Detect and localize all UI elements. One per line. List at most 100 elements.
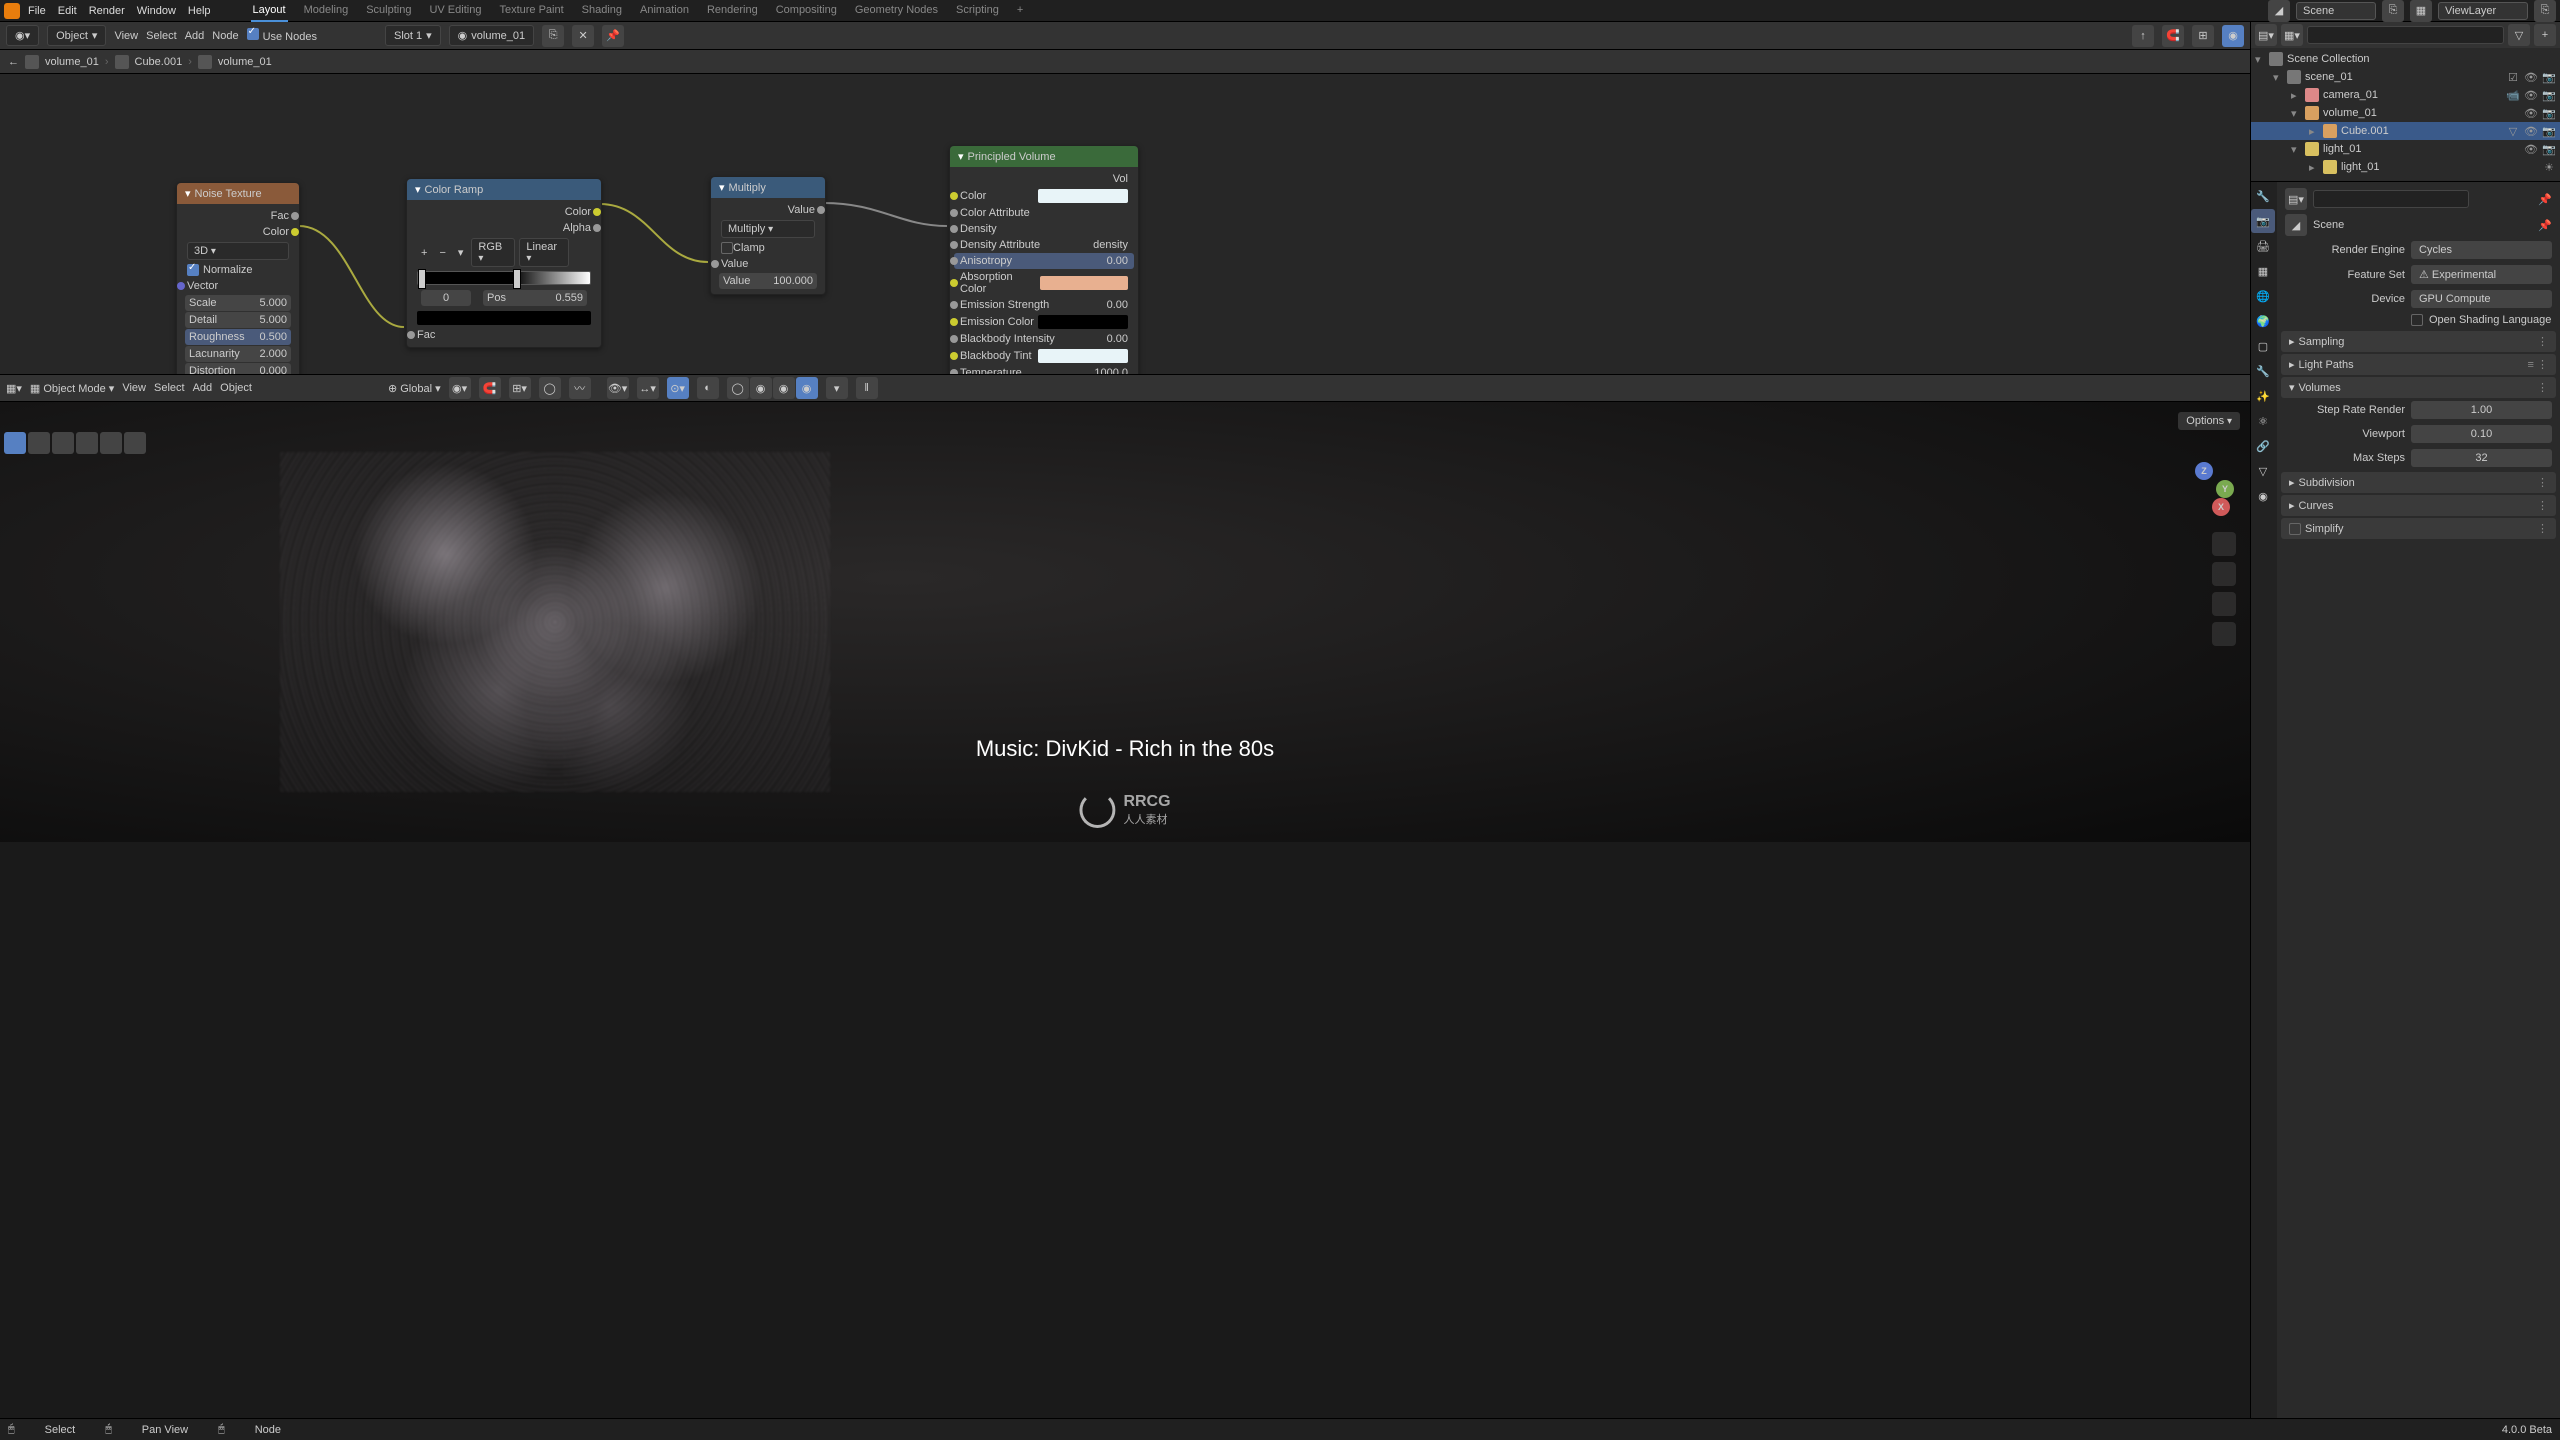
simplify-section[interactable]: Simplify⋮ xyxy=(2281,518,2556,539)
object-mode-dropdown[interactable]: Object ▾ xyxy=(47,25,106,46)
object-camera[interactable]: camera_01 xyxy=(2323,89,2378,101)
anisotropy-value[interactable]: 0.00 xyxy=(1107,255,1128,267)
ramp-index-field[interactable]: 0 xyxy=(421,290,471,306)
viewlayer-input[interactable] xyxy=(2438,2,2528,20)
light-paths-section[interactable]: ▸ Light Paths≡ ⋮ xyxy=(2281,354,2556,375)
eye-toggle[interactable]: 👁 xyxy=(2524,143,2538,156)
pan-icon[interactable] xyxy=(2212,562,2236,586)
color-ramp-node[interactable]: ▾ Color Ramp Color Alpha + − ▾ RGB ▾ Lin… xyxy=(406,178,602,348)
ramp-stop-1[interactable] xyxy=(513,269,521,289)
camera-icon[interactable] xyxy=(2212,592,2236,616)
axis-y[interactable]: Y xyxy=(2216,480,2234,498)
tool-cursor[interactable] xyxy=(28,432,50,454)
scene-icon[interactable]: ◢ xyxy=(2268,0,2290,22)
tab-modifiers[interactable]: 🔧 xyxy=(2251,359,2275,383)
tool-move[interactable] xyxy=(52,432,74,454)
add-workspace-button[interactable]: + xyxy=(1015,0,1025,22)
distortion-field[interactable]: Distortion0.000 xyxy=(185,363,291,374)
menu-edit[interactable]: Edit xyxy=(58,5,77,17)
snap-type-button[interactable]: ⊞▾ xyxy=(509,377,531,399)
node-header[interactable]: ▾ Noise Texture xyxy=(177,183,299,204)
collection-scene1[interactable]: scene_01 xyxy=(2305,71,2353,83)
ramp-add-button[interactable]: + xyxy=(417,247,431,259)
render-engine-dropdown[interactable]: Cycles xyxy=(2411,241,2552,259)
tab-constraints[interactable]: 🔗 xyxy=(2251,434,2275,458)
axis-z[interactable]: Z xyxy=(2195,462,2213,480)
render-toggle[interactable]: 📷 xyxy=(2542,71,2556,84)
clamp-checkbox[interactable] xyxy=(721,242,733,254)
viewlayer-icon[interactable]: ▦ xyxy=(2410,0,2432,22)
snap-toggle[interactable]: 🧲 xyxy=(479,377,501,399)
mode-dropdown[interactable]: ▦ Object Mode ▾ xyxy=(30,382,114,395)
ramp-colormode-dropdown[interactable]: RGB ▾ xyxy=(471,238,515,267)
menu-view[interactable]: View xyxy=(114,30,138,42)
tool-select[interactable] xyxy=(4,432,26,454)
object-volume[interactable]: volume_01 xyxy=(2323,107,2377,119)
tool-transform[interactable] xyxy=(124,432,146,454)
ramp-menu-button[interactable]: ▾ xyxy=(454,246,468,259)
pin-icon[interactable]: 📌 xyxy=(2538,219,2552,232)
tab-material[interactable]: ◉ xyxy=(2251,484,2275,508)
outliner-view-dropdown[interactable]: ▦▾ xyxy=(2281,24,2303,46)
props-type-dropdown[interactable]: ▤▾ xyxy=(2285,188,2307,210)
menu-select[interactable]: Select xyxy=(146,30,177,42)
ramp-stop-0[interactable] xyxy=(418,269,426,289)
temperature-value[interactable]: 1000.0 xyxy=(1094,367,1128,374)
breadcrumb-material[interactable]: volume_01 xyxy=(218,56,272,68)
principled-volume-node[interactable]: ▾ Principled Volume Vol Color Color Attr… xyxy=(949,145,1139,374)
node-header[interactable]: ▾ Color Ramp xyxy=(407,179,601,200)
overlay-button[interactable]: ⊞ xyxy=(2192,25,2214,47)
tab-shading[interactable]: Shading xyxy=(580,0,624,22)
tab-data[interactable]: ▽ xyxy=(2251,459,2275,483)
menu-window[interactable]: Window xyxy=(137,5,176,17)
tab-animation[interactable]: Animation xyxy=(638,0,691,22)
object-cube[interactable]: Cube.001 xyxy=(2341,125,2389,137)
scene-name[interactable]: Scene xyxy=(2313,219,2344,231)
tab-uv[interactable]: UV Editing xyxy=(427,0,483,22)
menu-view[interactable]: View xyxy=(122,382,146,394)
shading-preview-button[interactable]: ◉ xyxy=(2222,25,2244,47)
tab-sculpting[interactable]: Sculpting xyxy=(364,0,413,22)
material-dropdown[interactable]: ◉ volume_01 xyxy=(449,25,534,46)
color-ramp-gradient[interactable] xyxy=(417,271,591,285)
scale-field[interactable]: Scale5.000 xyxy=(185,295,291,311)
render-toggle[interactable]: 📷 xyxy=(2542,125,2556,138)
material-new-button[interactable]: ⎘ xyxy=(542,25,564,47)
tab-layout[interactable]: Layout xyxy=(251,0,288,22)
breadcrumb-object[interactable]: volume_01 xyxy=(45,56,99,68)
perspective-icon[interactable] xyxy=(2212,622,2236,646)
tab-viewlayer[interactable]: ▦ xyxy=(2251,259,2275,283)
blackbody-intensity-value[interactable]: 0.00 xyxy=(1107,333,1128,345)
blackbody-tint-swatch[interactable] xyxy=(1038,349,1128,363)
editor-type-dropdown[interactable]: ▦▾ xyxy=(6,382,22,395)
ramp-color-swatch[interactable] xyxy=(417,311,591,325)
absorption-swatch[interactable] xyxy=(1040,276,1128,290)
curves-section[interactable]: ▸ Curves⋮ xyxy=(2281,495,2556,516)
roughness-field[interactable]: Roughness0.500 xyxy=(185,329,291,345)
visibility-button[interactable]: 👁▾ xyxy=(607,377,629,399)
tab-tool[interactable]: 🔧 xyxy=(2251,184,2275,208)
menu-file[interactable]: File xyxy=(28,5,46,17)
proportional-button[interactable]: ◯ xyxy=(539,377,561,399)
render-toggle[interactable]: 📷 xyxy=(2542,143,2556,156)
max-steps-field[interactable]: 32 xyxy=(2411,449,2552,467)
proportional-type-button[interactable]: 〰 xyxy=(569,377,591,399)
normalize-checkbox[interactable] xyxy=(187,264,199,276)
parent-node-button[interactable]: ↑ xyxy=(2132,25,2154,47)
editor-type-dropdown[interactable]: ◉▾ xyxy=(6,25,39,46)
pin-button[interactable]: 📌 xyxy=(602,25,624,47)
dimensions-dropdown[interactable]: 3D ▾ xyxy=(187,242,289,260)
density-attr-value[interactable]: density xyxy=(1093,239,1128,251)
math-op-dropdown[interactable]: Multiply ▾ xyxy=(721,220,815,238)
tab-rendering[interactable]: Rendering xyxy=(705,0,760,22)
outliner-filter[interactable]: ▽ xyxy=(2508,24,2530,46)
menu-object[interactable]: Object xyxy=(220,382,252,394)
breadcrumb-mesh[interactable]: Cube.001 xyxy=(135,56,183,68)
node-editor[interactable]: ▾ Noise Texture Fac Color 3D ▾ Normalize… xyxy=(0,74,2250,374)
render-toggle[interactable]: 📷 xyxy=(2542,107,2556,120)
shading-wireframe[interactable]: ◯ xyxy=(727,377,749,399)
tab-world[interactable]: 🌍 xyxy=(2251,309,2275,333)
object-light[interactable]: light_01 xyxy=(2323,143,2362,155)
outliner-type-dropdown[interactable]: ▤▾ xyxy=(2255,24,2277,46)
light-data[interactable]: light_01 xyxy=(2341,161,2380,173)
